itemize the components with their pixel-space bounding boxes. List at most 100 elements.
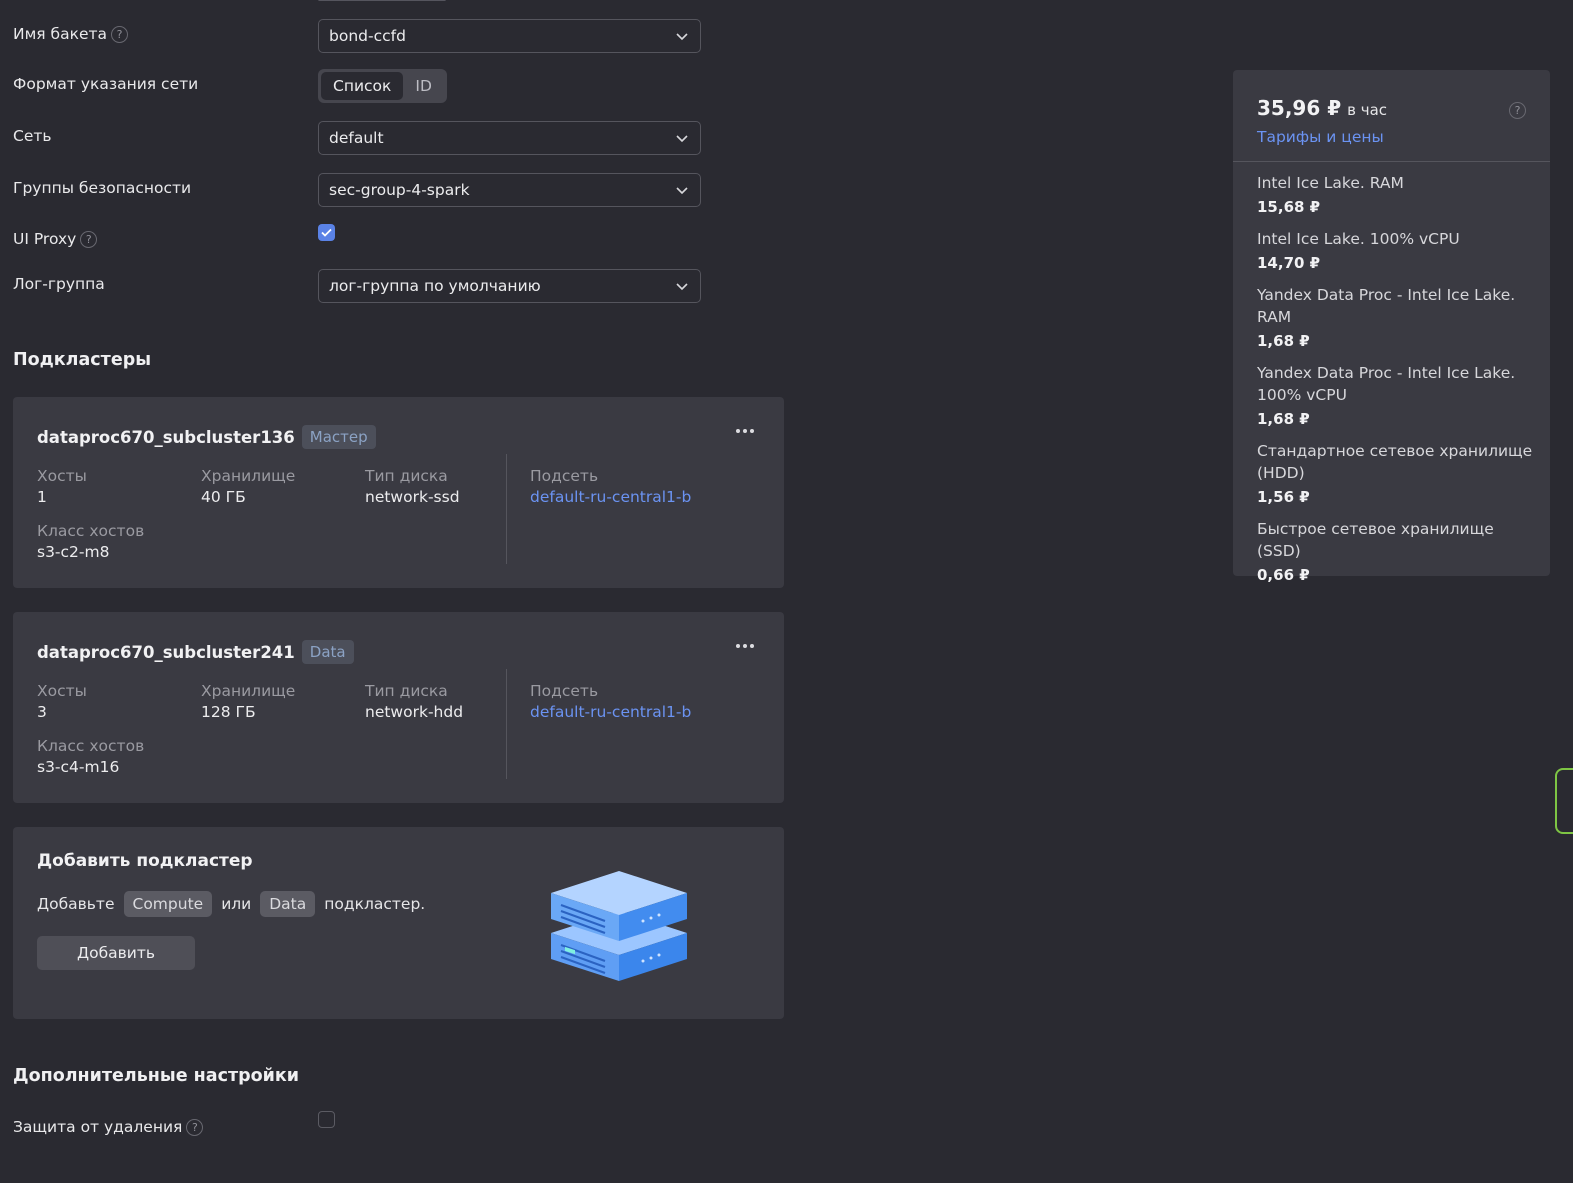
price-total: 35,96 ₽ в час (1257, 96, 1387, 120)
help-icon[interactable]: ? (80, 231, 98, 248)
storage-value: 40 ГБ (201, 488, 246, 506)
subcluster-header: dataproc670_subcluster136 Мастер (37, 425, 376, 449)
price-item-value: 1,68 ₽ (1257, 410, 1310, 428)
subcluster-header: dataproc670_subcluster241 Data (37, 640, 354, 664)
subcluster-name: dataproc670_subcluster241 (37, 642, 295, 662)
network-format-row: Формат указания сети (13, 75, 198, 93)
price-item-value: 14,70 ₽ (1257, 254, 1321, 272)
network-format-label: Формат указания сети (13, 75, 199, 93)
disk-type-label: Тип диска (365, 682, 448, 700)
hosts-value: 1 (37, 488, 47, 506)
subnet-link[interactable]: default-ru-central1-b (530, 486, 691, 508)
hosts-value: 3 (37, 703, 47, 721)
price-total-unit: в час (1347, 101, 1388, 119)
price-panel: 35,96 ₽ в час ? Тарифы и цены Intel Ice … (1233, 70, 1550, 584)
help-icon[interactable]: ? (111, 26, 129, 43)
disk-type-field: Тип диска network-hdd (365, 681, 463, 723)
price-item-value: 0,66 ₽ (1257, 566, 1310, 584)
help-icon[interactable]: ? (1509, 102, 1526, 119)
price-item: Intel Ice Lake. 100% vCPU 14,70 ₽ (1257, 228, 1537, 274)
deletion-protection-label: Защита от удаления? (13, 1117, 204, 1136)
disk-type-field: Тип диска network-ssd (365, 466, 460, 508)
chevron-down-icon (676, 135, 688, 143)
add-subcluster-button[interactable]: Добавить (37, 936, 195, 970)
bucket-label: Имя бакета? (13, 24, 129, 43)
price-item: Стандартное сетевое хранилище (HDD) 1,56… (1257, 440, 1537, 508)
price-item-name: Yandex Data Proc - Intel Ice Lake. 100% … (1257, 364, 1516, 404)
price-item-name: Быстрое сетевое хранилище (SSD) (1257, 520, 1494, 560)
price-item-value: 15,68 ₽ (1257, 198, 1321, 216)
network-select[interactable]: default (318, 121, 701, 155)
hosts-field: Хосты 3 (37, 681, 87, 723)
ui-proxy-label: UI Proxy? (13, 229, 98, 248)
network-format-list-option[interactable]: Список (321, 72, 404, 100)
subnet-label: Подсеть (530, 467, 599, 485)
disk-type-label: Тип диска (365, 467, 448, 485)
scroll-remnant (318, 0, 446, 1)
chevron-down-icon (676, 33, 688, 41)
log-group-select[interactable]: лог-группа по умолчанию (318, 269, 701, 303)
disk-type-value: network-hdd (365, 703, 464, 721)
price-item-name: Yandex Data Proc - Intel Ice Lake. RAM (1257, 286, 1516, 326)
more-actions-icon[interactable] (736, 429, 754, 433)
hosts-label: Хосты (37, 682, 87, 700)
price-item-name: Intel Ice Lake. 100% vCPU (1257, 230, 1460, 248)
hosts-label: Хосты (37, 467, 87, 485)
add-subcluster-title: Добавить подкластер (37, 851, 253, 871)
divider (1233, 161, 1550, 162)
side-widget-tab[interactable] (1555, 768, 1573, 834)
bucket-row: Имя бакета? (13, 24, 129, 43)
subcluster-role-badge: Data (301, 640, 354, 664)
security-groups-row: Группы безопасности (13, 179, 191, 197)
price-item: Yandex Data Proc - Intel Ice Lake. RAM 1… (1257, 284, 1537, 352)
pricing-link[interactable]: Тарифы и цены (1257, 128, 1384, 146)
subcluster-card: dataproc670_subcluster241 Data Хосты 3 Х… (13, 612, 784, 803)
network-value: default (329, 129, 384, 147)
bucket-select[interactable]: bond-ccfd (318, 19, 701, 53)
network-format-switch: Список ID (318, 69, 447, 103)
price-item-name: Стандартное сетевое хранилище (HDD) (1257, 442, 1533, 482)
subcluster-name: dataproc670_subcluster136 (37, 427, 295, 447)
divider (506, 669, 507, 779)
add-or: или (221, 895, 252, 913)
network-label: Сеть (13, 127, 52, 145)
help-icon[interactable]: ? (186, 1119, 204, 1136)
security-groups-label: Группы безопасности (13, 179, 192, 197)
disk-type-value: network-ssd (365, 488, 460, 506)
deletion-protection-checkbox[interactable] (318, 1111, 335, 1128)
storage-label: Хранилище (201, 682, 296, 700)
price-item: Intel Ice Lake. RAM 15,68 ₽ (1257, 172, 1537, 218)
log-group-label: Лог-группа (13, 275, 105, 293)
log-group-row: Лог-группа (13, 275, 105, 293)
host-class-field: Класс хостов s3-c2-m8 (37, 521, 144, 563)
log-group-value: лог-группа по умолчанию (329, 277, 541, 295)
subnet-link[interactable]: default-ru-central1-b (530, 701, 691, 723)
price-total-value: 35,96 ₽ (1257, 96, 1342, 120)
price-item: Yandex Data Proc - Intel Ice Lake. 100% … (1257, 362, 1537, 430)
deletion-protection-row: Защита от удаления? (13, 1117, 204, 1136)
host-class-label: Класс хостов (37, 737, 145, 755)
subnet-label: Подсеть (530, 682, 599, 700)
add-suffix: подкластер. (324, 895, 426, 913)
subnet-field: Подсеть default-ru-central1-b (530, 466, 691, 508)
chevron-down-icon (676, 187, 688, 195)
host-class-field: Класс хостов s3-c4-m16 (37, 736, 144, 778)
storage-field: Хранилище 128 ГБ (201, 681, 295, 723)
storage-label: Хранилище (201, 467, 296, 485)
bucket-value: bond-ccfd (329, 27, 406, 45)
security-groups-select[interactable]: sec-group-4-spark (318, 173, 701, 207)
more-actions-icon[interactable] (736, 644, 754, 648)
additional-settings-title: Дополнительные настройки (13, 1066, 300, 1086)
host-class-value: s3-c4-m16 (37, 758, 120, 776)
ui-proxy-checkbox[interactable] (318, 224, 335, 241)
checkmark-icon (321, 228, 332, 237)
compute-chip: Compute (123, 891, 213, 917)
data-chip: Data (260, 891, 316, 917)
price-item-value: 1,68 ₽ (1257, 332, 1310, 350)
subcluster-card: dataproc670_subcluster136 Мастер Хосты 1… (13, 397, 784, 588)
hosts-field: Хосты 1 (37, 466, 87, 508)
cluster-create-page: Имя бакета? bond-ccfd Формат указания се… (0, 0, 1573, 1183)
network-format-id-option[interactable]: ID (403, 72, 444, 100)
divider (506, 454, 507, 564)
chevron-down-icon (676, 283, 688, 291)
